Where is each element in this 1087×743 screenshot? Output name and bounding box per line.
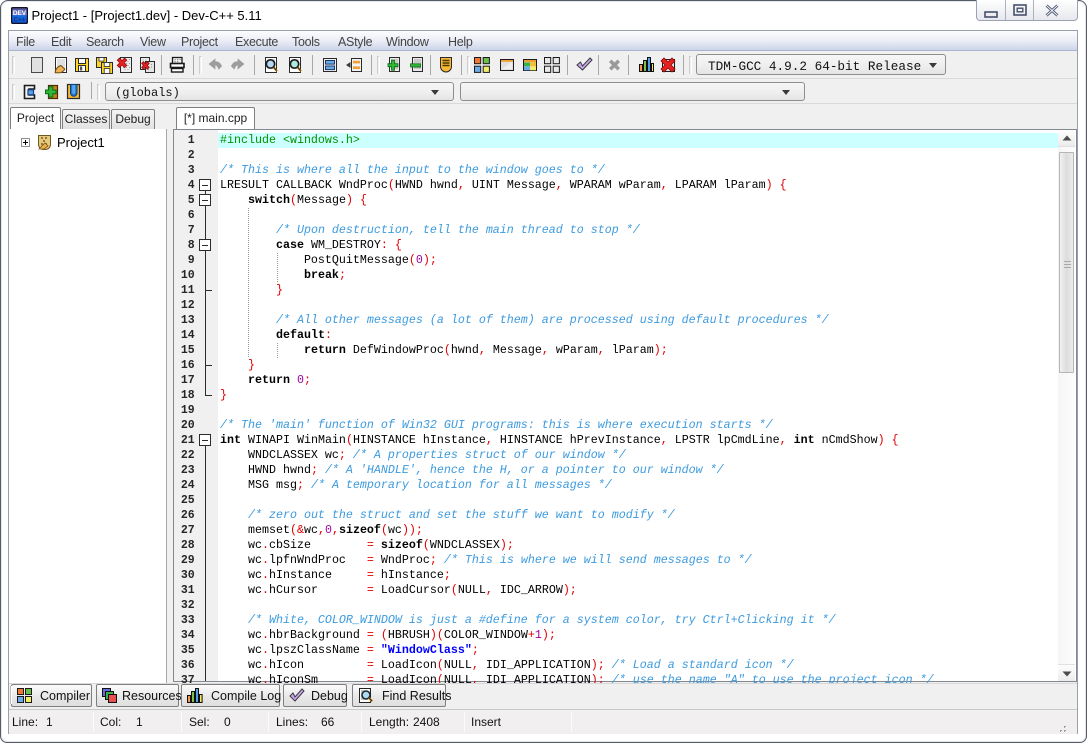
svg-text:C++: C++: [13, 17, 25, 24]
